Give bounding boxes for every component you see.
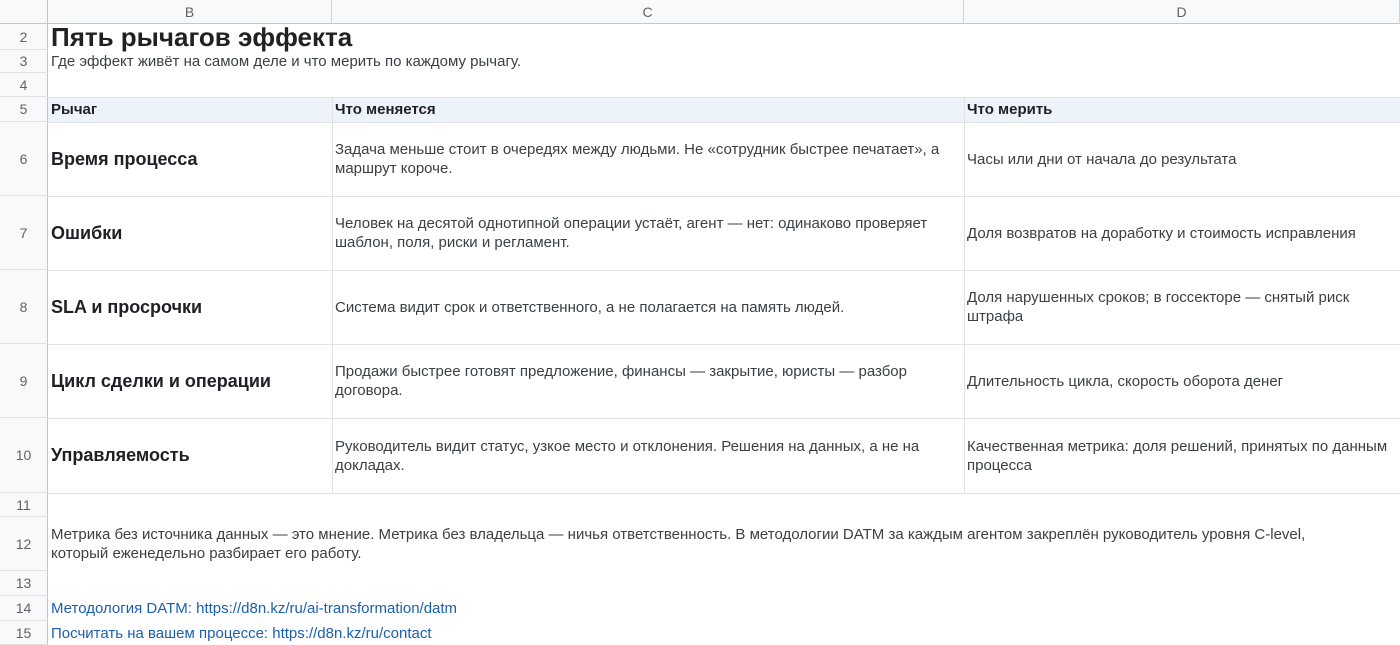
link-contact[interactable]: Посчитать на вашем процессе: https://d8n…: [48, 621, 948, 645]
measure-cell[interactable]: Доля возвратов на доработку и стоимость …: [964, 196, 1400, 270]
change-cell[interactable]: Продажи быстрее готовят предложение, фин…: [332, 344, 964, 418]
row-header[interactable]: 15: [0, 621, 48, 645]
lever-cell[interactable]: Цикл сделки и операции: [48, 344, 332, 418]
measure-cell[interactable]: Доля нарушенных сроков; в госсекторе — с…: [964, 270, 1400, 344]
change-cell[interactable]: Задача меньше стоит в очередях между люд…: [332, 122, 964, 196]
lever-cell[interactable]: Ошибки: [48, 196, 332, 270]
lever-cell[interactable]: Управляемость: [48, 418, 332, 493]
lever-cell[interactable]: SLA и просрочки: [48, 270, 332, 344]
row-header[interactable]: 12: [0, 517, 48, 571]
spreadsheet-grid[interactable]: B C D 2 3 4 5 6 7 8 9 10 11 12 13 14 15 …: [0, 0, 1400, 645]
lever-cell[interactable]: Время процесса: [48, 122, 332, 196]
row-header[interactable]: 5: [0, 97, 48, 122]
column-header-b[interactable]: B: [48, 0, 332, 24]
row-header[interactable]: 2: [0, 24, 48, 50]
page-title[interactable]: Пять рычагов эффекта: [48, 24, 948, 50]
change-cell[interactable]: Система видит срок и ответственного, а н…: [332, 270, 964, 344]
row-header[interactable]: 3: [0, 50, 48, 73]
row-header[interactable]: 14: [0, 596, 48, 621]
table-header-measure[interactable]: Что мерить: [964, 97, 1400, 122]
row-header[interactable]: 4: [0, 73, 48, 97]
row-header[interactable]: 6: [0, 122, 48, 196]
change-cell[interactable]: Человек на десятой однотипной операции у…: [332, 196, 964, 270]
column-header-d[interactable]: D: [964, 0, 1400, 24]
row-header[interactable]: 7: [0, 196, 48, 270]
measure-cell[interactable]: Длительность цикла, скорость оборота ден…: [964, 344, 1400, 418]
row-header[interactable]: 8: [0, 270, 48, 344]
row-header[interactable]: 13: [0, 571, 48, 596]
row-header[interactable]: 10: [0, 418, 48, 493]
measure-cell[interactable]: Часы или дни от начала до результата: [964, 122, 1400, 196]
methodology-note[interactable]: Метрика без источника данных — это мнени…: [48, 517, 1368, 571]
row-header[interactable]: 9: [0, 344, 48, 418]
column-header-c[interactable]: C: [332, 0, 964, 24]
page-subtitle[interactable]: Где эффект живёт на самом деле и что мер…: [48, 50, 948, 73]
table-header-change[interactable]: Что меняется: [332, 97, 964, 122]
change-cell[interactable]: Руководитель видит статус, узкое место и…: [332, 418, 964, 493]
table-header-lever[interactable]: Рычаг: [48, 97, 332, 122]
link-datm-methodology[interactable]: Методология DATM: https://d8n.kz/ru/ai-t…: [48, 596, 948, 621]
measure-cell[interactable]: Качественная метрика: доля решений, прин…: [964, 418, 1400, 493]
row-header[interactable]: 11: [0, 493, 48, 517]
select-all-corner[interactable]: [0, 0, 48, 24]
